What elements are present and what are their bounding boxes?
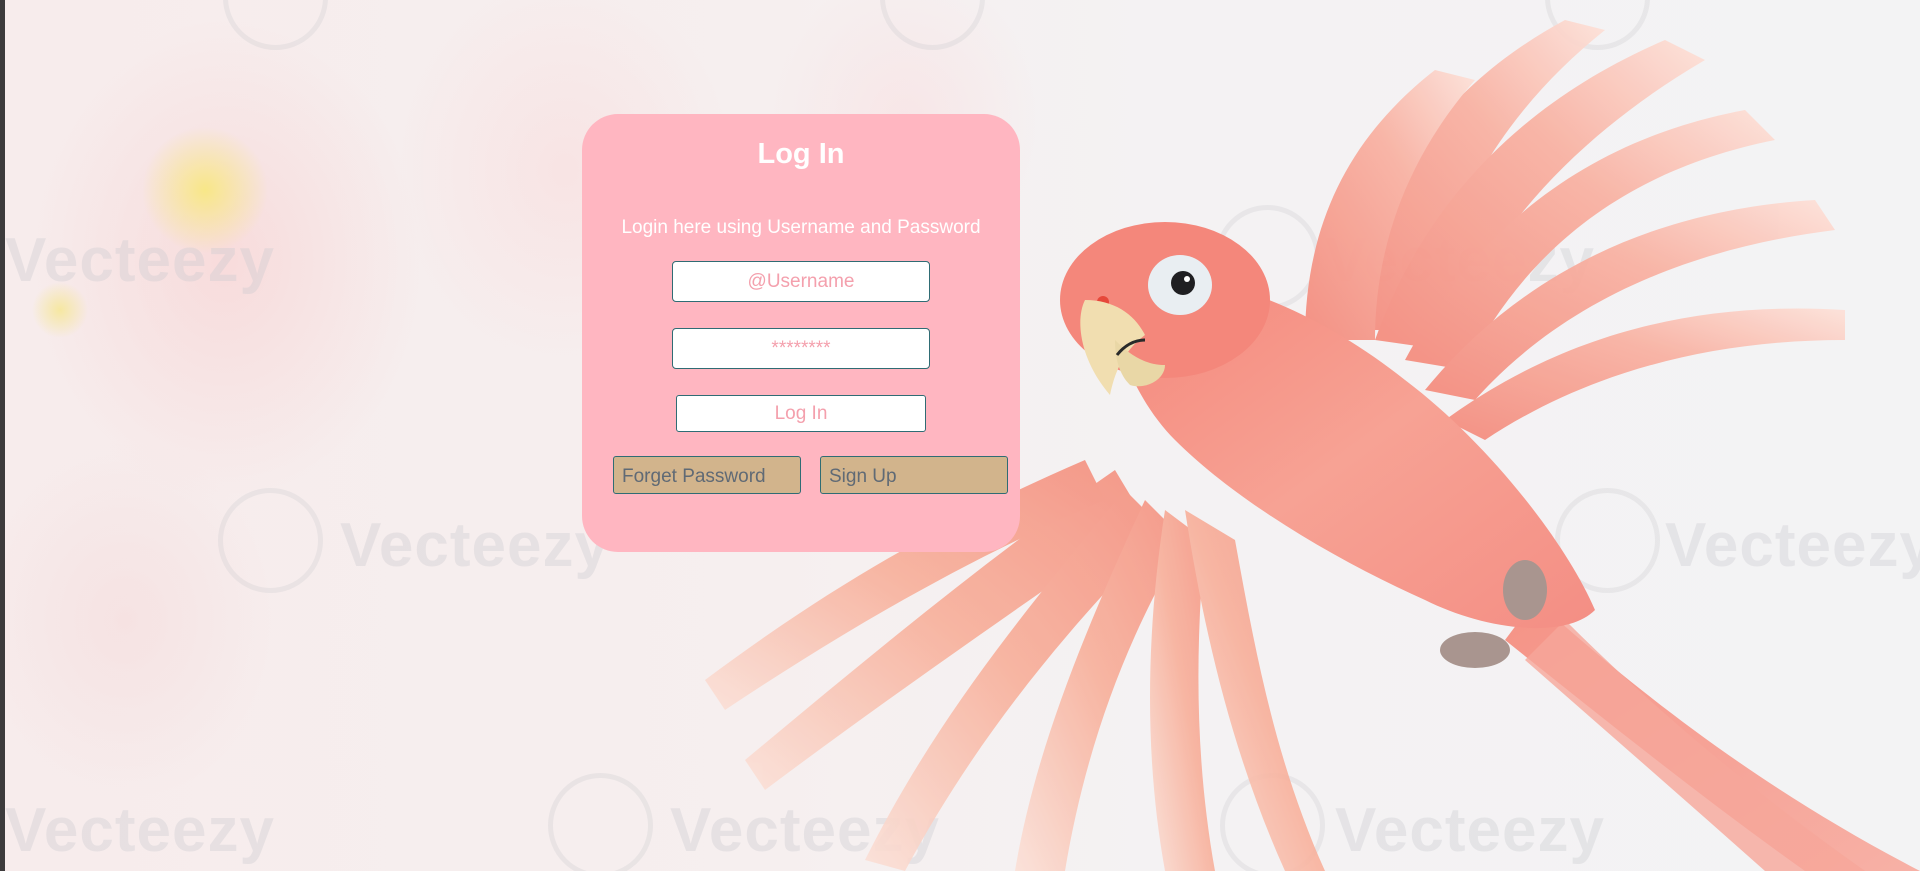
forget-password-button[interactable]: Forget Password bbox=[613, 456, 801, 494]
login-button[interactable]: Log In bbox=[676, 395, 926, 432]
password-input[interactable] bbox=[672, 328, 930, 369]
login-subtitle: Login here using Username and Password bbox=[621, 217, 981, 238]
username-input[interactable] bbox=[672, 261, 930, 302]
login-card: Log In Login here using Username and Pas… bbox=[582, 114, 1020, 552]
signup-button[interactable]: Sign Up bbox=[820, 456, 1008, 494]
page: Vecteezy Vecteezy Vecteezy Vecteezy Vect… bbox=[0, 0, 1920, 871]
login-title: Log In bbox=[757, 138, 845, 170]
